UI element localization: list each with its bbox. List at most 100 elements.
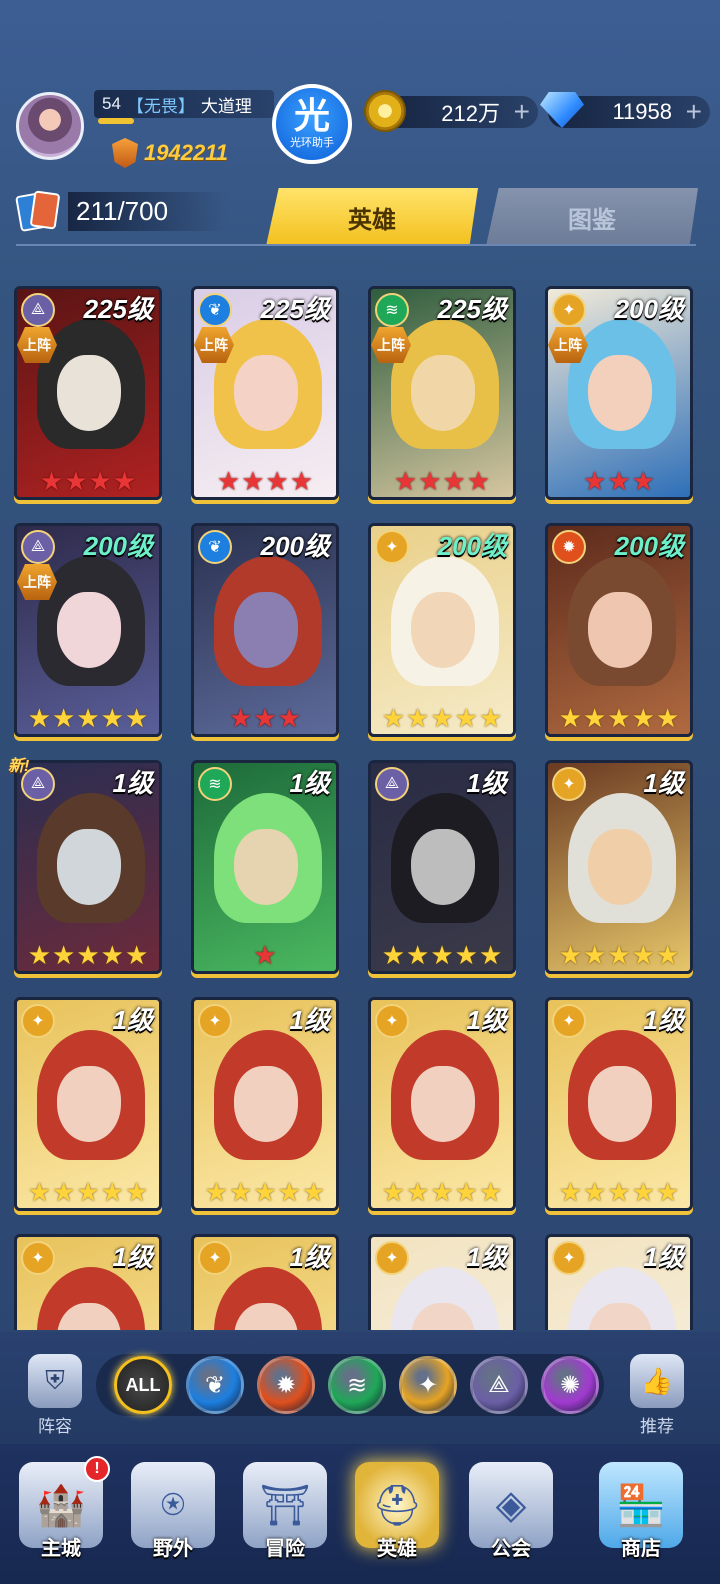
filter-arcane-button[interactable]: ✺ [541, 1356, 599, 1414]
deployed-badge: 上阵 [17, 564, 57, 600]
hero-card[interactable]: ✦ 200级 上阵 ★ ★ ★ [545, 286, 693, 500]
hero-level: 225级 [83, 294, 153, 324]
hero-level: 200级 [437, 531, 507, 561]
filter-wind-button[interactable]: ≋ [328, 1356, 386, 1414]
star-icon: ★ [430, 1177, 454, 1207]
nav-label: 野外 [153, 1538, 193, 1560]
element-filter-bar: ⛨ 阵容 ALL ❦ ✹ ≋ ✦ ⟁ ✺ 👍 推荐 [0, 1332, 720, 1444]
hero-card[interactable]: ✦1级★★★★★ [191, 1234, 339, 1330]
wind-element-icon: ≋ [198, 767, 232, 801]
light-element-icon: ✦ [375, 1241, 409, 1275]
star-rating: ★ ★ ★ ★ [371, 467, 513, 495]
star-icon: ★ [216, 466, 241, 496]
hero-level: 200级 [614, 294, 684, 324]
hero-card[interactable]: ✦ 200级 ★ ★ ★ ★ ★ [368, 523, 516, 737]
tab-heroes[interactable]: 英雄 [266, 188, 478, 246]
light-element-icon: ✦ [198, 1241, 232, 1275]
hero-grid[interactable]: ⟁ 225级 上阵 ★ ★ ★ ★ ❦ 225级 上阵 ★ ★ ★ ★ ≋ 225级 上阵 ★ ★ ★ ★ ✦ 200级 上阵… [0, 286, 720, 1330]
recommend-button[interactable]: 👍 推荐 [624, 1354, 690, 1437]
hero-card[interactable]: ⟁ 225级 上阵 ★ ★ ★ ★ [14, 286, 162, 500]
hero-card[interactable]: ≋ 225级 上阵 ★ ★ ★ ★ [368, 286, 516, 500]
wind-element-icon: ≋ [375, 293, 409, 327]
gold-coin-icon [364, 90, 406, 132]
hero-card[interactable]: ✦1级★★★★★ [368, 997, 516, 1211]
hero-card[interactable]: ✦1级★★★★★ [14, 1234, 162, 1330]
tab-codex[interactable]: 图鉴 [486, 188, 698, 246]
player-avatar[interactable] [16, 92, 84, 160]
player-name: 大道理 [200, 96, 252, 116]
halo-assistant-label: 光环助手 [290, 137, 334, 149]
add-gems-button[interactable]: + [686, 98, 702, 126]
star-icon: ★ [631, 940, 655, 970]
star-icon: ★ [229, 703, 253, 733]
nav-item-banner[interactable]: ◈ 公会 [456, 1462, 566, 1561]
nav-label: 英雄 [377, 1538, 417, 1560]
star-icon: ★ [112, 466, 137, 496]
lineup-button[interactable]: ⛨ 阵容 [22, 1354, 88, 1437]
filter-all-button[interactable]: ALL [114, 1356, 172, 1414]
star-rating: ★ ★ ★ [194, 704, 336, 732]
star-icon: ★ [583, 1177, 607, 1207]
nav-label: 主城 [41, 1538, 81, 1560]
hero-card[interactable]: ≋ 1级 ★ [191, 760, 339, 974]
nav-item-gate[interactable]: ⛩ 冒险 [230, 1462, 340, 1561]
tab-divider [16, 244, 696, 246]
player-level: 54 [102, 94, 121, 113]
nav-item-helmet[interactable]: ⛑ 英雄 [342, 1462, 452, 1561]
shield-icon [112, 138, 138, 168]
star-icon: ★ [52, 703, 76, 733]
hero-card[interactable]: ❦ 225级 上阵 ★ ★ ★ ★ [191, 286, 339, 500]
filter-dark-button[interactable]: ⟁ [470, 1356, 528, 1414]
hero-card[interactable]: ✦1级★★★★★ [368, 1234, 516, 1330]
hero-card[interactable]: ❦ 200级 ★ ★ ★ [191, 523, 339, 737]
hero-level: 200级 [614, 531, 684, 561]
player-info-plate: 54 【无畏】 大道理 [94, 90, 274, 118]
player-guild: 【无畏】 [126, 96, 195, 116]
hero-card[interactable]: ✹ 200级 ★ ★ ★ ★ ★ [545, 523, 693, 737]
star-icon: ★ [124, 1177, 149, 1207]
star-icon: ★ [430, 940, 454, 970]
hero-card[interactable]: ⟁ 1级 ★ ★ ★ ★ ★ [14, 760, 162, 974]
nav-item-castle[interactable]: 🏰! 主城 [6, 1456, 116, 1561]
deployed-badge: 上阵 [17, 327, 57, 363]
nav-item-portal[interactable]: ⍟ 野外 [118, 1462, 228, 1561]
star-icon: ★ [100, 1177, 124, 1207]
star-icon: ★ [454, 940, 478, 970]
star-icon: ★ [607, 1177, 631, 1207]
add-gold-button[interactable]: + [514, 98, 530, 126]
star-icon: ★ [631, 703, 655, 733]
hero-card[interactable]: ✦1级★★★★★ [545, 1234, 693, 1330]
light-element-icon: ✦ [375, 1004, 409, 1038]
star-rating: ★ ★ ★ ★ ★ [371, 1178, 513, 1206]
hero-card[interactable]: ⟁ 1级 ★ ★ ★ ★ ★ [368, 760, 516, 974]
nav-item-shop[interactable]: 🏪 商店 [586, 1462, 696, 1561]
hero-level: 1级 [112, 1005, 153, 1035]
star-icon: ★ [277, 1177, 301, 1207]
star-icon: ★ [27, 703, 52, 733]
water-element-icon: ❦ [198, 293, 232, 327]
filter-fire-button[interactable]: ✹ [257, 1356, 315, 1414]
lineup-label: 阵容 [38, 1417, 72, 1436]
hero-card[interactable]: ✦1级★★★★★ [545, 997, 693, 1211]
hero-level: 1级 [643, 1242, 684, 1272]
filter-water-button[interactable]: ❦ [186, 1356, 244, 1414]
thumbs-up-icon: 👍 [630, 1354, 684, 1408]
halo-assistant-button[interactable]: 光 光环助手 [272, 84, 352, 164]
star-rating: ★ ★ ★ ★ ★ [17, 941, 159, 969]
hero-card[interactable]: ⟁ 200级 上阵 ★ ★ ★ ★ ★ [14, 523, 162, 737]
star-icon: ★ [27, 1177, 52, 1207]
star-icon: ★ [406, 940, 430, 970]
filter-light-button[interactable]: ✦ [399, 1356, 457, 1414]
star-icon: ★ [607, 466, 631, 496]
star-icon: ★ [454, 1177, 478, 1207]
hero-card[interactable]: ✦1级★★★★★ [545, 760, 693, 974]
hero-level: 1级 [289, 768, 330, 798]
star-icon: ★ [27, 940, 52, 970]
bottom-nav: 🏰! 主城 ⍟ 野外 ⛩ 冒险 ⛑ 英雄 ◈ 公会 🏪 商店 [0, 1444, 720, 1584]
hero-level: 1级 [466, 1242, 507, 1272]
hero-card[interactable]: ✦1级★★★★★ [191, 997, 339, 1211]
hero-card[interactable]: ✦1级★★★★★ [14, 997, 162, 1211]
fire-element-icon: ✹ [552, 530, 586, 564]
star-icon: ★ [655, 1177, 680, 1207]
hero-level: 1级 [643, 768, 684, 798]
